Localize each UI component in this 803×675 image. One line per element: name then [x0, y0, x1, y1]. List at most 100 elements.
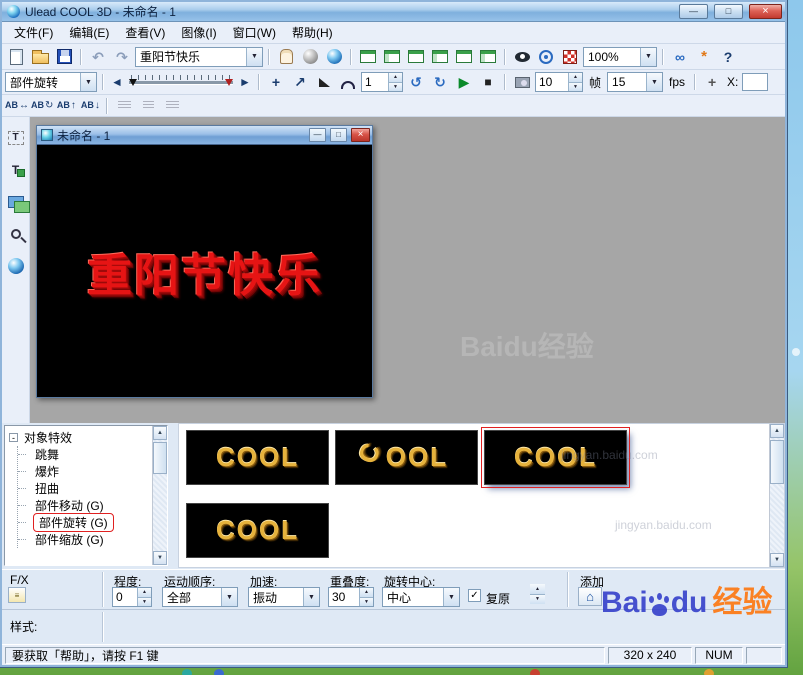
document-minimize-button[interactable]: — — [309, 128, 326, 142]
canvas-3d-text[interactable]: 重阳节快乐 — [87, 239, 322, 304]
spin-up-button[interactable]: ▲ — [389, 73, 402, 82]
panel-layout-button-2[interactable] — [381, 47, 403, 67]
raise-text-button[interactable]: AB ↑ — [55, 96, 77, 116]
spin-down-button[interactable]: ▼ — [569, 81, 582, 91]
scroll-up-button[interactable]: ▲ — [770, 424, 784, 438]
panel-layout-button-4[interactable] — [429, 47, 451, 67]
add-effect-button[interactable]: ⌂ — [578, 587, 602, 606]
panel-layout-button-6[interactable] — [477, 47, 499, 67]
tree-item-twist[interactable]: 扭曲 — [18, 480, 152, 497]
tree-collapse-icon[interactable]: - — [9, 433, 18, 442]
preset-thumbnail-1[interactable]: COOL — [186, 430, 329, 485]
document-maximize-button[interactable]: □ — [330, 128, 347, 142]
rotate-ccw-button[interactable]: ↺ — [405, 72, 427, 92]
scale-object-button[interactable]: ↗ — [289, 72, 311, 92]
rotate-text-button[interactable]: AB ↻ — [31, 96, 53, 116]
preview-button[interactable] — [511, 47, 533, 67]
motion-order-dropdown[interactable]: ▼ — [221, 588, 237, 606]
panel-layout-button-5[interactable] — [453, 47, 475, 67]
link-button[interactable]: ∞ — [669, 47, 691, 67]
path-object-button[interactable] — [337, 72, 359, 92]
coordinates-button[interactable]: + — [701, 72, 723, 92]
move-object-button[interactable]: + — [265, 72, 287, 92]
document-close-button[interactable]: × — [351, 128, 370, 142]
spin-down-button[interactable]: ▼ — [138, 596, 151, 606]
wireframe-mode-button[interactable] — [299, 47, 321, 67]
scroll-track[interactable] — [153, 440, 167, 551]
texture-button[interactable] — [559, 47, 581, 67]
tree-item-dance[interactable]: 跳舞 — [18, 446, 152, 463]
tree-item-label[interactable]: 跳舞 — [33, 446, 61, 463]
total-frames-spinbox[interactable]: 10 ▲ ▼ — [535, 72, 583, 92]
tree-item-label[interactable]: 扭曲 — [33, 480, 61, 497]
new-document-button[interactable] — [5, 47, 27, 67]
fps-combo-dropdown[interactable]: ▼ — [646, 73, 663, 91]
scroll-track[interactable] — [770, 438, 784, 553]
menu-file[interactable]: 文件(F) — [6, 22, 61, 43]
preset-thumbnail-2[interactable]: COOL — [335, 430, 478, 485]
rotation-center-dropdown[interactable]: ▼ — [443, 588, 459, 606]
overlap-spinbox[interactable]: 30 ▲ ▼ — [328, 587, 374, 607]
shear-object-button[interactable] — [313, 72, 335, 92]
menu-help[interactable]: 帮助(H) — [284, 22, 341, 43]
scroll-up-button[interactable]: ▲ — [153, 426, 167, 440]
zoom-combo-dropdown[interactable]: ▼ — [640, 47, 656, 66]
undo-button[interactable]: ↶ — [87, 47, 109, 67]
render-canvas[interactable]: 重阳节快乐 — [37, 145, 372, 397]
render-scene-button[interactable] — [535, 47, 557, 67]
close-button[interactable]: × — [749, 4, 782, 19]
scroll-thumb[interactable] — [153, 442, 167, 474]
gallery-scrollbar[interactable]: ▲ ▼ — [769, 424, 784, 567]
spin-down-button[interactable]: ▼ — [360, 596, 373, 606]
tree-item-part-scale[interactable]: 部件缩放 (G) — [18, 531, 152, 548]
x-coordinate-field[interactable] — [742, 73, 769, 91]
edit-text-button[interactable]: T — [5, 159, 27, 180]
tree-item-label[interactable]: 爆炸 — [33, 463, 61, 480]
tree-item-part-rotate[interactable]: 部件旋转 (G) — [18, 513, 152, 532]
acceleration-combo[interactable]: 振动 ▼ — [248, 587, 320, 607]
export-animation-button[interactable] — [511, 72, 533, 92]
tree-root-row[interactable]: - 对象特效 — [9, 429, 152, 446]
minimize-button[interactable]: — — [679, 4, 708, 19]
timeline-handle-start[interactable] — [129, 79, 137, 86]
rotation-center-combo[interactable]: 中心 ▼ — [382, 587, 460, 607]
tree-item-explode[interactable]: 爆炸 — [18, 463, 152, 480]
maximize-button[interactable]: □ — [714, 4, 743, 19]
render-mode-button[interactable] — [323, 47, 345, 67]
fps-combo[interactable]: 15 ▼ — [607, 72, 664, 92]
effect-combo[interactable]: 部件旋转 ▼ — [5, 72, 97, 92]
menu-view[interactable]: 查看(V) — [117, 22, 173, 43]
acceleration-dropdown[interactable]: ▼ — [303, 588, 319, 606]
kern-text-button[interactable]: AB ↔ — [5, 96, 29, 116]
preset-thumbnail-3-selected[interactable]: COOL — [481, 427, 630, 488]
preset-thumbnail-4[interactable]: COOL — [186, 503, 329, 558]
fx-button[interactable]: ≡ — [8, 587, 26, 603]
zoom-tool-button[interactable] — [5, 223, 27, 244]
stepper-down-button[interactable]: ▼ — [530, 593, 545, 604]
spin-up-button[interactable]: ▲ — [138, 588, 151, 597]
effect-combo-dropdown[interactable]: ▼ — [80, 73, 96, 91]
open-button[interactable] — [29, 47, 51, 67]
spin-up-button[interactable]: ▲ — [360, 588, 373, 597]
current-frame-spinbox[interactable]: 1 ▲ ▼ — [361, 72, 403, 92]
tree-scrollbar[interactable]: ▲ ▼ — [152, 426, 167, 565]
align-center-button[interactable] — [137, 96, 159, 116]
document-titlebar[interactable]: 未命名 - 1 — □ × — [37, 126, 372, 145]
scroll-down-button[interactable]: ▼ — [153, 551, 167, 565]
text-style-combo-dropdown[interactable]: ▼ — [246, 47, 262, 66]
spin-up-button[interactable]: ▲ — [569, 73, 582, 82]
scroll-down-button[interactable]: ▼ — [770, 553, 784, 567]
pan-tool-button[interactable] — [275, 47, 297, 67]
object-mode-button[interactable] — [5, 255, 27, 276]
stop-button[interactable]: ■ — [477, 72, 499, 92]
save-button[interactable] — [53, 47, 75, 67]
motion-order-combo[interactable]: 全部 ▼ — [162, 587, 238, 607]
play-button[interactable]: ▶ — [453, 72, 475, 92]
insert-text-button[interactable]: T — [5, 127, 27, 148]
tree-item-label[interactable]: 部件缩放 (G) — [33, 531, 106, 548]
spin-down-button[interactable]: ▼ — [389, 81, 402, 91]
timeline-start-button[interactable]: ◄ — [109, 72, 125, 92]
lower-text-button[interactable]: AB ↓ — [79, 96, 101, 116]
restore-checkbox[interactable]: ✓ — [468, 589, 481, 602]
insert-graphics-button[interactable] — [5, 191, 30, 213]
